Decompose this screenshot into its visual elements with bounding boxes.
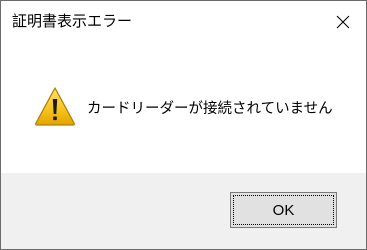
ok-button[interactable]: OK (230, 192, 337, 228)
close-button[interactable] (320, 1, 366, 43)
close-icon (335, 14, 351, 30)
window-title: 証明書表示エラー (12, 12, 133, 30)
warning-icon (34, 86, 76, 126)
title-bar[interactable]: 証明書表示エラー (1, 1, 366, 43)
dialog-content: カードリーダーが接続されていません (1, 43, 366, 173)
error-dialog: 証明書表示エラー カードリーダーが接続されていません OK (0, 0, 367, 250)
button-bar: OK (1, 173, 366, 249)
error-message: カードリーダーが接続されていません (87, 101, 333, 117)
ok-button-label: OK (272, 201, 295, 219)
